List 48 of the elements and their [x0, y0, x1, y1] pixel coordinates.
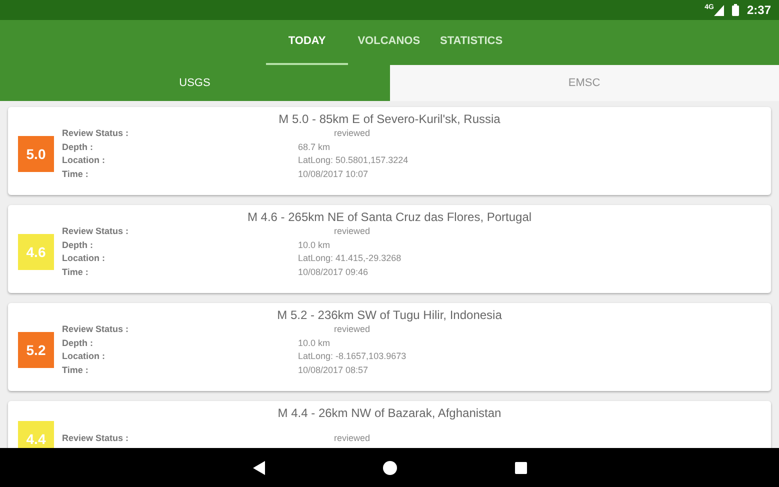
field-label: Review Status :: [62, 127, 130, 140]
field-value: LatLong: 41.415,-29.3268: [298, 252, 402, 265]
field-label: Time :: [62, 168, 90, 180]
earthquake-card[interactable]: M 5.2 - 236km SW of Tugu Hilir, Indonesia 5.2 Review Status : reviewed Depth : 10.0 km Location : LatLong: -8.1657,103.9673 Time : 10/08/2017 08:57: [8, 303, 771, 391]
field-label: Review Status :: [62, 323, 130, 336]
field-value: reviewed: [333, 432, 370, 446]
field-value: reviewed: [333, 323, 370, 336]
field-label: Time :: [62, 266, 90, 278]
earthquake-card[interactable]: M 4.4 - 26km NW of Bazarak, Afghanistan 4.4 Review Status : reviewed: [8, 401, 771, 448]
signal-icon: [714, 4, 724, 16]
quake-title: M 4.6 - 265km NE of Santa Cruz das Flores, Portugal: [246, 209, 533, 225]
back-icon[interactable]: [252, 461, 264, 475]
earthquake-card[interactable]: M 4.6 - 265km NE of Santa Cruz das Flores, Portugal 4.6 Review Status : reviewed Depth : 10.0 km Location : LatLong: 41.415,-29.3268 Time : 10/08/2017 09:46: [8, 205, 771, 293]
magnitude-badge: 5.0: [18, 136, 54, 172]
home-icon[interactable]: [382, 461, 396, 475]
field-value: 10/08/2017 10:07: [298, 168, 368, 180]
field-value: 68.7 km: [298, 140, 330, 154]
magnitude-badge: 4.4: [18, 421, 54, 448]
quake-title: M 5.2 - 236km SW of Tugu Hilir, Indonesia: [276, 307, 503, 323]
field-label: Location :: [62, 154, 106, 167]
field-value: reviewed: [333, 127, 370, 140]
tab[interactable]: VOLCANOS: [348, 20, 430, 65]
field-value: LatLong: 50.5801,157.3224: [298, 154, 408, 167]
quake-title: M 5.0 - 85km E of Severo-Kuril'sk, Russia: [278, 111, 502, 127]
recents-icon[interactable]: [514, 462, 526, 474]
clock-time: 2:37: [746, 2, 771, 19]
source-tab[interactable]: EMSC: [390, 65, 779, 101]
field-label: Review Status :: [62, 225, 130, 238]
tab[interactable]: STATISTICS: [430, 20, 513, 65]
field-value: 10/08/2017 08:57: [298, 364, 368, 376]
field-value: 10.0 km: [298, 336, 330, 350]
field-label: Depth :: [62, 238, 94, 252]
field-value: reviewed: [333, 225, 370, 238]
field-value: 10/08/2017 09:46: [298, 266, 368, 278]
quake-title: M 4.4 - 26km NW of Bazarak, Afghanistan: [276, 405, 502, 421]
field-label: Location :: [62, 350, 106, 363]
field-label: Location :: [62, 252, 106, 265]
magnitude-badge: 5.2: [18, 332, 54, 368]
field-label: Depth :: [62, 336, 94, 350]
field-label: Review Status :: [62, 432, 130, 446]
field-label: Time :: [62, 364, 90, 376]
magnitude-badge: 4.6: [18, 234, 54, 270]
field-value: LatLong: -8.1657,103.9673: [298, 350, 406, 363]
source-tab[interactable]: USGS: [0, 65, 390, 101]
earthquake-card[interactable]: M 5.0 - 85km E of Severo-Kuril'sk, Russia 5.0 Review Status : reviewed Depth : 68.7 km Location : LatLong: 50.5801,157.3224 Time : 10/08/2017 10:07: [8, 107, 771, 195]
field-label: Depth :: [62, 140, 94, 154]
battery-icon: [732, 4, 739, 16]
field-value: 10.0 km: [298, 238, 330, 252]
